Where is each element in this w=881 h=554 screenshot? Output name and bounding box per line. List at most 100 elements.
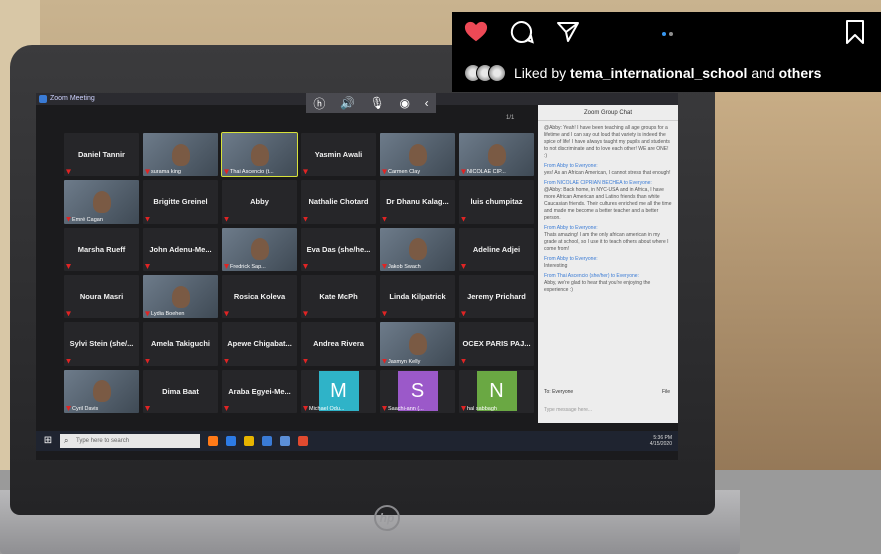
participant-caption: surama king bbox=[151, 169, 181, 176]
muted-mic-icon bbox=[145, 405, 150, 411]
muted-mic-icon bbox=[145, 216, 150, 222]
participant-tile[interactable]: Linda Kilpatrick bbox=[380, 274, 455, 319]
edge-icon[interactable] bbox=[226, 436, 236, 446]
participant-tile[interactable]: Rosica Koleva bbox=[222, 274, 297, 319]
firefox-icon[interactable] bbox=[208, 436, 218, 446]
muted-mic-icon bbox=[461, 405, 466, 411]
muted-mic-icon bbox=[382, 358, 387, 364]
liker-avatars[interactable] bbox=[464, 64, 506, 82]
file-button[interactable]: File bbox=[662, 389, 670, 395]
participant-tile[interactable]: NICOLAE CIP... bbox=[459, 133, 534, 177]
share-icon[interactable] bbox=[556, 20, 580, 44]
muted-mic-icon bbox=[145, 169, 150, 175]
participant-caption: Jakob Swach bbox=[388, 263, 421, 270]
participant-name: Marsha Rueff bbox=[77, 244, 126, 254]
participant-tile[interactable]: Jeremy Prichard bbox=[459, 274, 534, 319]
participant-tile[interactable]: Jakob Swach bbox=[380, 227, 455, 271]
system-tray: 5:36 PM 4/15/2020 bbox=[650, 435, 672, 447]
participant-tile[interactable]: Araba Egyei-Me... bbox=[222, 369, 297, 413]
participant-tile[interactable]: Marsha Rueff bbox=[64, 227, 139, 271]
participant-video bbox=[408, 238, 427, 261]
participant-name: OCEX PARIS PAJ... bbox=[462, 339, 531, 349]
participant-tile[interactable]: Brigitte Greinel bbox=[143, 180, 218, 224]
participant-name: Sylvi Stein (she/... bbox=[69, 339, 134, 349]
participant-name: Abby bbox=[250, 197, 269, 207]
meeting-toolbar: ⓗ 🔊 🎙 ◉ ‹ bbox=[306, 93, 436, 113]
broadcast-icon[interactable]: ◉ bbox=[400, 96, 410, 110]
post-actions bbox=[464, 20, 580, 44]
participant-name: Dima Baat bbox=[162, 386, 199, 396]
folder-icon[interactable] bbox=[244, 436, 254, 446]
muted-mic-icon bbox=[303, 263, 308, 269]
participant-tile[interactable]: Cyril Davis bbox=[64, 369, 139, 413]
participant-name: Apewe Chigabat... bbox=[227, 339, 292, 349]
muted-mic-icon bbox=[224, 216, 229, 222]
windows-taskbar: ⊞ ⌕ Type here to search 5:36 PM 4/15/202… bbox=[36, 431, 678, 451]
heart-icon[interactable] bbox=[464, 20, 488, 44]
participant-tile[interactable]: Daniel Tannir bbox=[64, 133, 139, 177]
participant-tile[interactable]: Nathalie Chotard bbox=[301, 180, 376, 224]
chrome-icon[interactable] bbox=[298, 436, 308, 446]
liked-by-others[interactable]: others bbox=[779, 65, 822, 81]
participant-tile[interactable]: surama king bbox=[143, 133, 218, 177]
muted-mic-icon bbox=[461, 263, 466, 269]
participant-tile[interactable]: Carmen Clay bbox=[380, 133, 455, 177]
chat-recipient[interactable]: To: Everyone bbox=[544, 389, 573, 395]
chat-sender: From NICOLAE CIPRIAN BECHEA to Everyone: bbox=[544, 180, 652, 186]
participant-tile[interactable]: M Michael Odu... bbox=[301, 369, 376, 413]
participant-tile[interactable]: Fredrick Sap... bbox=[222, 227, 297, 271]
participant-tile[interactable]: Adeline Adjei bbox=[459, 227, 534, 271]
participant-tile[interactable]: Amela Takiguchi bbox=[143, 322, 218, 366]
participant-tile[interactable]: Lydia Boehen bbox=[143, 274, 218, 319]
chat-sender: From Abby to Everyone: bbox=[544, 163, 598, 169]
microphone-icon[interactable]: 🎙 bbox=[370, 96, 385, 110]
participant-tile[interactable]: S Saachi-ann (... bbox=[380, 369, 455, 413]
zoom-taskbar-icon[interactable] bbox=[280, 436, 290, 446]
participant-tile[interactable]: Kate McPh bbox=[301, 274, 376, 319]
chat-sender: From Thai Ascencio (she/her) to Everyone… bbox=[544, 273, 639, 279]
participant-name: John Adenu-Me... bbox=[149, 244, 212, 254]
participant-caption: Emré Cagan bbox=[72, 216, 103, 223]
bookmark-icon[interactable] bbox=[843, 20, 867, 44]
participant-video bbox=[250, 143, 269, 166]
participant-tile[interactable]: John Adenu-Me... bbox=[143, 227, 218, 271]
store-icon[interactable] bbox=[262, 436, 272, 446]
chat-input[interactable]: Type message here... bbox=[544, 407, 592, 413]
participant-gallery: Daniel Tannir surama king Thai Ascencio (t… bbox=[64, 131, 534, 413]
muted-mic-icon bbox=[66, 169, 71, 175]
participant-tile[interactable]: Thai Ascencio (t... bbox=[221, 131, 298, 178]
participant-tile[interactable]: OCEX PARIS PAJ... bbox=[459, 322, 534, 366]
muted-mic-icon bbox=[224, 263, 229, 269]
participant-tile[interactable]: Jasmyn Kelly bbox=[380, 322, 455, 366]
muted-mic-icon bbox=[66, 216, 71, 222]
chat-message: @Abby: Yeah! I have been teaching all ag… bbox=[544, 125, 670, 159]
participant-video bbox=[408, 332, 427, 355]
participant-tile[interactable]: Apewe Chigabat... bbox=[222, 322, 297, 366]
participant-name: Adeline Adjei bbox=[472, 244, 521, 254]
liked-by-username[interactable]: tema_international_school bbox=[570, 65, 747, 81]
participant-tile[interactable]: Nhal sabbagh bbox=[459, 369, 534, 413]
comment-icon[interactable] bbox=[510, 20, 534, 44]
chat-message: Thats amazing! I am the only african ame… bbox=[544, 232, 669, 252]
participant-video bbox=[92, 190, 111, 213]
participant-tile[interactable]: Dr Dhanu Kalag... bbox=[380, 180, 455, 224]
participant-tile[interactable]: Dima Baat bbox=[143, 369, 218, 413]
participant-tile[interactable]: Sylvi Stein (she/... bbox=[64, 322, 139, 366]
participant-tile[interactable]: luis chumpitaz bbox=[459, 180, 534, 224]
chevron-left-icon[interactable]: ‹ bbox=[425, 96, 429, 110]
speaker-icon[interactable]: 🔊 bbox=[340, 96, 355, 110]
muted-mic-icon bbox=[461, 216, 466, 222]
participant-tile[interactable]: Emré Cagan bbox=[64, 180, 139, 224]
chat-sender: From Abby to Everyone: bbox=[544, 225, 598, 231]
participant-tile[interactable]: Andrea Rivera bbox=[301, 322, 376, 366]
hp-logo-icon[interactable]: ⓗ bbox=[313, 95, 325, 112]
participant-tile[interactable]: Noura Masri bbox=[64, 274, 139, 319]
participant-name: Andrea Rivera bbox=[313, 339, 364, 349]
muted-mic-icon bbox=[461, 169, 466, 175]
participant-tile[interactable]: Eva Das (she/he... bbox=[301, 227, 376, 271]
window-title: Zoom Meeting bbox=[50, 95, 95, 102]
participant-tile[interactable]: Abby bbox=[222, 180, 297, 224]
taskbar-search-box[interactable]: ⌕ Type here to search bbox=[60, 434, 200, 448]
windows-start-icon[interactable]: ⊞ bbox=[40, 433, 56, 449]
participant-tile[interactable]: Yasmin Awali bbox=[301, 133, 376, 177]
